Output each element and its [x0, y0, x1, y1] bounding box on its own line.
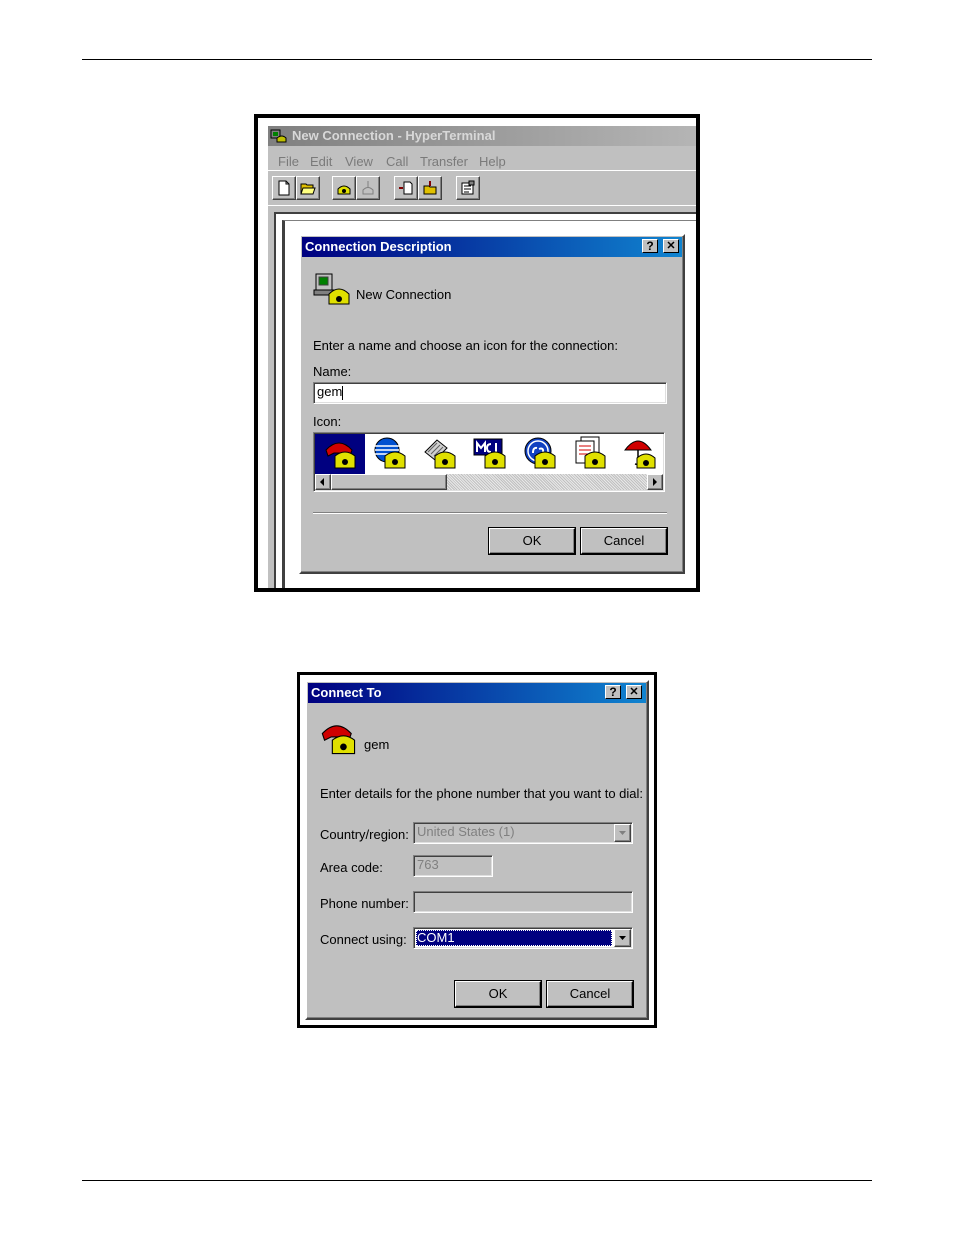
send-file-icon: [399, 181, 413, 195]
phone-number-label: Phone number:: [320, 896, 409, 911]
new-connection-icon: [313, 272, 351, 313]
icon-option-umbrella[interactable]: [615, 434, 664, 474]
phone-number-input[interactable]: [413, 891, 633, 913]
icon-option-ge[interactable]: [515, 434, 565, 474]
ok-button[interactable]: OK: [489, 528, 575, 554]
connect-to-dialog: Connect To ? ✕ gem Enter details for the…: [305, 680, 649, 1020]
header-rule: [82, 59, 872, 60]
phone-disconnect-icon: [362, 181, 374, 195]
open-button[interactable]: [296, 176, 320, 200]
phone-connect-icon: [337, 185, 351, 195]
scroll-thumb[interactable]: [331, 474, 447, 490]
properties-icon: [461, 180, 475, 195]
dialog-separator: [313, 512, 667, 514]
icon-strip: [315, 434, 664, 474]
new-document-icon: [278, 180, 290, 196]
connection-name-label: New Connection: [356, 287, 452, 302]
help-button[interactable]: ?: [605, 685, 621, 699]
footer-rule: [82, 1180, 872, 1181]
text-cursor: [342, 385, 344, 400]
connect-to-screenshot: Connect To ? ✕ gem Enter details for the…: [297, 672, 657, 1028]
menu-view[interactable]: View: [345, 154, 373, 169]
area-code-label: Area code:: [320, 860, 383, 875]
close-button[interactable]: ✕: [626, 685, 642, 699]
country-label: Country/region:: [320, 827, 409, 842]
icon-label: Icon:: [313, 414, 342, 429]
icon-option-documents[interactable]: [565, 434, 615, 474]
connect-to-titlebar[interactable]: Connect To: [308, 683, 646, 703]
cancel-button[interactable]: Cancel: [581, 528, 667, 554]
help-button[interactable]: ?: [642, 239, 658, 253]
mci-phone-icon: [473, 438, 506, 469]
umbrella-phone-icon: [624, 440, 656, 469]
area-code-value: 763: [417, 857, 439, 872]
connect-to-title: Connect To: [311, 685, 382, 700]
country-select-value: United States (1): [417, 824, 515, 839]
ok-button[interactable]: OK: [455, 981, 541, 1007]
country-dropdown-button[interactable]: [614, 824, 631, 842]
connect-using-dropdown-button[interactable]: [614, 929, 631, 947]
instruction-text: Enter details for the phone number that …: [320, 786, 644, 801]
receive-file-icon: [423, 181, 437, 195]
fax-phone-icon: [424, 439, 456, 469]
menu-edit[interactable]: Edit: [310, 154, 332, 169]
menu-help[interactable]: Help: [479, 154, 506, 169]
icon-option-red-phone[interactable]: [315, 434, 365, 474]
hyperterminal-title: New Connection - HyperTerminal: [292, 128, 496, 143]
connect-using-label: Connect using:: [320, 932, 407, 947]
connect-using-selection: COM1: [416, 930, 612, 946]
country-select[interactable]: United States (1): [413, 822, 633, 844]
disconnect-button[interactable]: [356, 176, 380, 200]
menu-file[interactable]: File: [278, 154, 299, 169]
open-folder-icon: [300, 183, 316, 195]
red-phone-icon: [319, 718, 359, 763]
name-label: Name:: [313, 364, 352, 379]
properties-button[interactable]: [456, 176, 480, 200]
icon-option-fax[interactable]: [415, 434, 465, 474]
receive-button[interactable]: [418, 176, 442, 200]
connect-using-select[interactable]: COM1: [413, 927, 633, 949]
connection-description-title: Connection Description: [305, 239, 452, 254]
close-button[interactable]: ✕: [663, 239, 679, 253]
hyperterminal-screenshot: New Connection - HyperTerminal File Edit…: [254, 114, 700, 592]
connection-description-titlebar[interactable]: Connection Description: [302, 237, 682, 257]
red-phone-icon: [325, 442, 356, 469]
send-button[interactable]: [394, 176, 418, 200]
chevron-down-icon: [619, 831, 626, 835]
documents-phone-icon: [575, 436, 606, 469]
scroll-right-button[interactable]: [647, 474, 663, 490]
icon-option-globe[interactable]: [365, 434, 415, 474]
globe-phone-icon: [374, 437, 406, 469]
connection-description-dialog: Connection Description ? ✕ New Connectio…: [299, 234, 685, 574]
scroll-left-button[interactable]: [315, 474, 331, 490]
instruction-text: Enter a name and choose an icon for the …: [313, 338, 618, 353]
connect-button[interactable]: [332, 176, 356, 200]
ge-phone-icon: [524, 437, 556, 469]
name-input-value: gem: [317, 384, 343, 399]
chevron-down-icon: [619, 936, 626, 940]
arrow-right-icon: [653, 478, 657, 486]
icon-option-mci[interactable]: [465, 434, 515, 474]
menu-call[interactable]: Call: [386, 154, 408, 169]
arrow-left-icon: [320, 478, 324, 486]
connection-name: gem: [364, 737, 390, 752]
cancel-button[interactable]: Cancel: [547, 981, 633, 1007]
connect-using-value: COM1: [417, 930, 455, 945]
name-input[interactable]: gem: [313, 382, 667, 404]
menu-transfer[interactable]: Transfer: [420, 154, 468, 169]
new-button[interactable]: [272, 176, 296, 200]
icon-list[interactable]: [313, 432, 665, 492]
area-code-input[interactable]: 763: [413, 855, 493, 877]
